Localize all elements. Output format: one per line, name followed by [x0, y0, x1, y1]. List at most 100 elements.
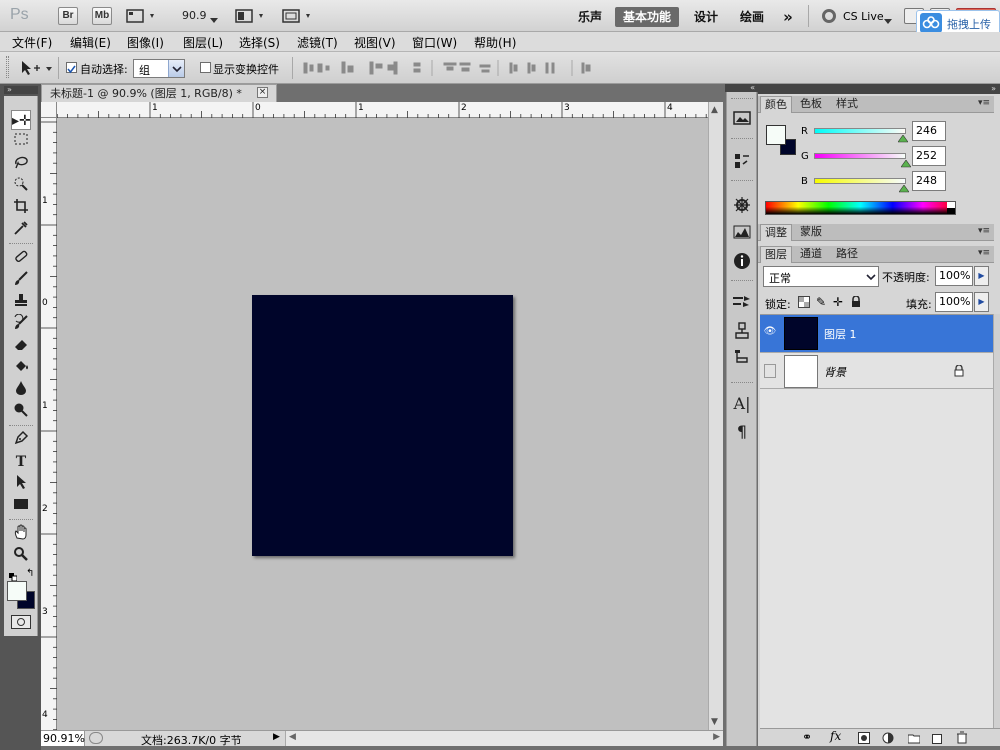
add-mask-icon[interactable] — [858, 732, 870, 747]
red-slider[interactable] — [814, 128, 906, 134]
zoom-dropdown-icon[interactable] — [210, 13, 218, 27]
green-value-input[interactable]: 252 — [912, 146, 946, 166]
visibility-eye-icon[interactable]: 👁 — [762, 326, 778, 340]
auto-select-checkbox[interactable] — [66, 62, 77, 74]
layers-scrollbar[interactable] — [993, 314, 1000, 728]
type-tool-icon[interactable]: T — [11, 452, 31, 472]
red-value-input[interactable]: 246 — [912, 121, 946, 141]
menu-edit[interactable]: 编辑(E) — [70, 34, 111, 51]
fill-input[interactable]: 100% — [935, 292, 973, 312]
menu-file[interactable]: 文件(F) — [12, 34, 52, 51]
workspace-design[interactable]: 设计 — [686, 7, 726, 27]
align-distribute-icons[interactable] — [302, 60, 592, 76]
lock-all-icon[interactable] — [851, 295, 861, 311]
fill-slider-icon[interactable]: ▶ — [974, 292, 989, 312]
collapse-dock-icon[interactable]: « — [725, 84, 758, 92]
blue-slider[interactable] — [814, 178, 906, 184]
workspace-essentials[interactable]: 基本功能 — [615, 7, 679, 27]
foreground-color-swatch[interactable] — [7, 581, 27, 601]
quick-mask-icon[interactable] — [11, 615, 31, 629]
paragraph-icon[interactable]: ¶ — [732, 422, 752, 442]
tab-channels[interactable]: 通道 — [796, 246, 826, 263]
status-icon[interactable] — [89, 732, 103, 744]
show-transform-checkbox[interactable] — [200, 62, 211, 73]
green-slider[interactable] — [814, 153, 906, 159]
history-icon[interactable] — [732, 152, 752, 172]
panel-menu-icon[interactable]: ▾≡ — [978, 248, 990, 258]
layer-row[interactable]: 👁 图层 1 — [760, 315, 993, 352]
blend-mode-dropdown[interactable]: 正常 — [763, 266, 879, 287]
close-document-icon[interactable]: × — [257, 87, 268, 98]
menu-help[interactable]: 帮助(H) — [474, 34, 516, 51]
zoom-level[interactable]: 90.9 — [182, 9, 207, 22]
menu-view[interactable]: 视图(V) — [354, 34, 396, 51]
lasso-tool-icon[interactable] — [11, 154, 31, 174]
blue-slider-thumb[interactable] — [898, 182, 910, 196]
workspace-painting[interactable]: 绘画 — [732, 7, 772, 27]
mini-bridge-button[interactable]: Mb — [92, 7, 112, 25]
arrange-documents-button[interactable] — [235, 8, 267, 24]
tool-preset-picker[interactable] — [20, 60, 54, 76]
tool-presets-icon[interactable] — [732, 348, 752, 368]
menu-select[interactable]: 选择(S) — [239, 34, 280, 51]
menu-filter[interactable]: 滤镜(T) — [297, 34, 338, 51]
cs-live-label[interactable]: CS Live — [843, 10, 884, 23]
dodge-tool-icon[interactable] — [11, 402, 31, 422]
panel-menu-icon[interactable]: ▾≡ — [978, 226, 990, 236]
lock-transparent-icon[interactable] — [798, 296, 810, 311]
ruler-origin[interactable] — [41, 102, 57, 118]
opacity-slider-icon[interactable]: ▶ — [974, 266, 989, 286]
new-layer-icon[interactable] — [932, 732, 944, 747]
healing-brush-tool-icon[interactable] — [11, 248, 31, 268]
more-workspaces-button[interactable]: » — [776, 7, 800, 27]
menu-image[interactable]: 图像(I) — [127, 34, 164, 51]
history-brush-tool-icon[interactable] — [11, 313, 31, 334]
brush-tool-icon[interactable] — [11, 270, 31, 290]
scroll-left-icon[interactable]: ◀ — [289, 732, 296, 742]
collapse-panels-icon[interactable]: » — [758, 84, 1000, 94]
menu-layer[interactable]: 图层(L) — [183, 34, 223, 51]
layer-style-icon[interactable]: fx — [830, 729, 841, 743]
tab-swatches[interactable]: 色板 — [796, 96, 826, 113]
tab-styles[interactable]: 样式 — [832, 96, 862, 113]
tab-paths[interactable]: 路径 — [832, 246, 862, 263]
red-slider-thumb[interactable] — [897, 132, 909, 146]
crop-tool-icon[interactable] — [11, 198, 31, 218]
histogram-icon[interactable] — [732, 224, 752, 244]
blue-value-input[interactable]: 248 — [912, 171, 946, 191]
tab-layers[interactable]: 图层 — [760, 246, 792, 263]
lock-position-icon[interactable]: ✛ — [833, 295, 843, 309]
mini-bridge-icon[interactable] — [732, 110, 752, 130]
document-canvas[interactable] — [252, 295, 513, 556]
brush-presets-icon[interactable] — [732, 294, 752, 314]
blur-tool-icon[interactable] — [11, 380, 31, 400]
tab-color[interactable]: 颜色 — [760, 96, 792, 113]
menu-window[interactable]: 窗口(W) — [412, 34, 457, 51]
cs-live-dropdown-icon[interactable] — [884, 14, 892, 28]
eraser-tool-icon[interactable] — [11, 336, 31, 356]
eyedropper-tool-icon[interactable] — [11, 220, 31, 240]
default-colors-icon[interactable] — [9, 570, 18, 582]
document-tab[interactable]: 未标题-1 @ 90.9% (图层 1, RGB/8) * × — [41, 84, 277, 102]
link-layers-icon[interactable]: ⚭ — [802, 730, 812, 744]
green-slider-thumb[interactable] — [900, 157, 912, 171]
info-icon[interactable] — [732, 252, 752, 272]
tab-masks[interactable]: 蒙版 — [796, 224, 826, 241]
quick-selection-tool-icon[interactable] — [11, 176, 31, 196]
screen-mode-button[interactable] — [282, 8, 314, 24]
clone-stamp-tool-icon[interactable] — [11, 292, 31, 312]
swap-colors-icon[interactable]: ↰ — [26, 568, 34, 579]
zoom-tool-icon[interactable] — [11, 546, 31, 566]
scroll-down-icon[interactable]: ▼ — [711, 717, 718, 727]
opacity-input[interactable]: 100% — [935, 266, 973, 286]
visibility-toggle[interactable] — [764, 364, 776, 378]
vertical-ruler[interactable]: 1 0 1 2 3 4 — [41, 118, 57, 731]
view-extras-button[interactable] — [126, 8, 158, 24]
scroll-right-icon[interactable]: ▶ — [713, 732, 720, 742]
vertical-scrollbar[interactable]: ▲ ▼ — [708, 102, 723, 730]
foreground-color-chip[interactable] — [766, 125, 786, 145]
delete-layer-icon[interactable] — [956, 731, 968, 747]
move-tool-icon[interactable]: ▸✛ — [11, 110, 31, 130]
hand-tool-icon[interactable] — [11, 524, 31, 544]
new-group-icon[interactable] — [907, 732, 921, 747]
